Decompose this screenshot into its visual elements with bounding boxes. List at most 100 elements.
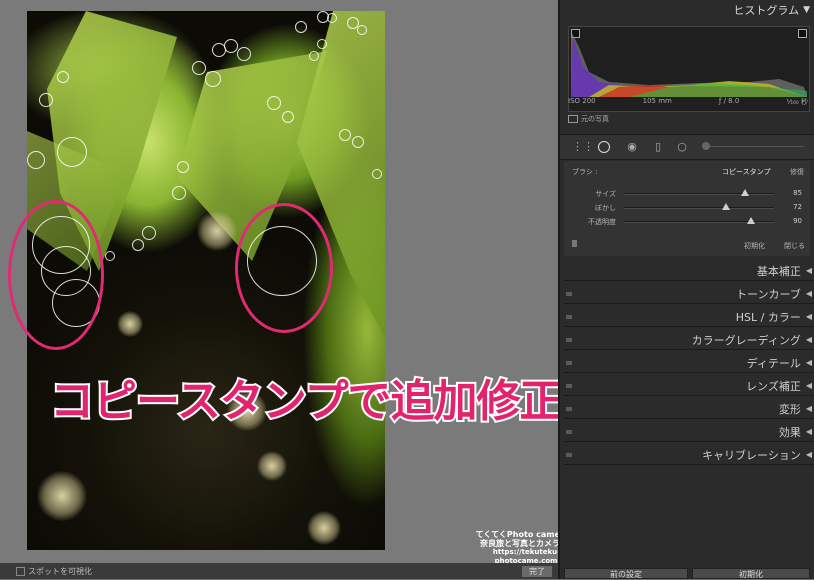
section-label: キャリブレーション (702, 448, 801, 462)
section-calibration[interactable]: キャリブレーション ◀ (564, 445, 814, 465)
spot-marker[interactable] (295, 21, 307, 33)
clone-mode-button[interactable]: コピースタンプ (722, 167, 770, 177)
section-label: レンズ補正 (746, 379, 801, 393)
bokeh-light (117, 311, 143, 337)
slider-knob[interactable] (722, 203, 730, 210)
opacity-slider[interactable]: 不透明度 90 (564, 216, 810, 228)
panel-switch-icon[interactable] (566, 292, 572, 296)
section-hsl[interactable]: HSL / カラー ◀ (564, 307, 814, 327)
feather-slider[interactable]: ぼかし 72 (564, 202, 810, 214)
crop-grid-icon[interactable]: ⋮⋮ (572, 141, 594, 153)
highlight-ring (235, 203, 333, 333)
size-value[interactable]: 85 (793, 189, 802, 197)
section-detail[interactable]: ディテール ◀ (564, 353, 814, 373)
collapse-triangle-icon: ◀ (805, 335, 812, 344)
collapse-triangle-icon: ◀ (805, 450, 812, 459)
spot-marker[interactable] (57, 71, 69, 83)
spot-marker[interactable] (282, 111, 294, 123)
slider-track[interactable] (624, 193, 774, 195)
section-label: ディテール (746, 356, 801, 370)
focal-length: 105 mm (642, 97, 672, 105)
collapse-triangle-icon[interactable]: ▼ (803, 5, 810, 15)
spot-marker[interactable] (339, 129, 351, 141)
collapse-triangle-icon: ◀ (805, 381, 812, 390)
panel-switch-icon[interactable] (566, 338, 572, 342)
histogram-header[interactable]: ヒストグラム ▼ (560, 0, 814, 20)
section-effects[interactable]: 効果 ◀ (564, 422, 814, 442)
adjustment-brush-slider[interactable] (704, 146, 804, 147)
heal-mode-button[interactable]: 修復 (790, 167, 804, 177)
panel-switch-icon[interactable] (566, 361, 572, 365)
brush-label: ブラシ : (572, 168, 598, 176)
previous-settings-button[interactable]: 前の設定 (564, 568, 688, 579)
histogram-title: ヒストグラム (733, 4, 800, 17)
highlight-ring (8, 200, 104, 350)
checkbox[interactable] (16, 567, 25, 576)
image-canvas[interactable]: コピースタンプで追加修正 (0, 0, 565, 579)
spot-marker[interactable] (357, 25, 367, 35)
spot-removal-icon[interactable] (598, 141, 610, 153)
section-lens-corrections[interactable]: レンズ補正 ◀ (564, 376, 814, 396)
original-photo-toggle[interactable]: 元の写真 (568, 114, 609, 124)
spot-marker[interactable] (57, 137, 87, 167)
red-eye-icon[interactable]: ◉ (626, 141, 638, 153)
spot-marker[interactable] (327, 13, 337, 23)
spot-marker[interactable] (309, 51, 319, 61)
brush-knob-icon[interactable] (702, 142, 710, 150)
section-basic[interactable]: 基本補正 ◀ (564, 261, 814, 281)
spot-marker[interactable] (142, 226, 156, 240)
spot-marker[interactable] (132, 239, 144, 251)
panel-switch-icon[interactable] (566, 430, 572, 434)
camera-info: ISO 200 105 mm ƒ / 8.0 ⅟₁₆₀ 秒 (568, 97, 808, 107)
slider-knob[interactable] (747, 217, 755, 224)
reset-all-button[interactable]: 初期化 (692, 568, 810, 579)
overlay-caption: コピースタンプで追加修正 (48, 374, 565, 429)
opacity-value[interactable]: 90 (793, 217, 802, 225)
spot-marker[interactable] (39, 93, 53, 107)
panel-switch-icon[interactable] (566, 453, 572, 457)
bokeh-light (37, 471, 87, 521)
collapse-triangle-icon: ◀ (805, 427, 812, 436)
slider-track[interactable] (624, 207, 774, 209)
collapse-triangle-icon: ◀ (805, 358, 812, 367)
shutter-speed: ⅟₁₆₀ 秒 (786, 98, 808, 106)
section-color-grading[interactable]: カラーグレーディング ◀ (564, 330, 814, 350)
feather-value[interactable]: 72 (793, 203, 802, 211)
spot-marker[interactable] (177, 161, 189, 173)
bokeh-light (197, 211, 237, 251)
spot-marker[interactable] (352, 136, 364, 148)
spot-marker[interactable] (205, 71, 221, 87)
toolbar: スポットを可視化 完了 (0, 563, 558, 579)
spot-marker[interactable] (267, 96, 281, 110)
radial-filter-icon[interactable]: ○ (676, 141, 688, 153)
spot-marker[interactable] (224, 39, 238, 53)
spot-marker[interactable] (372, 169, 382, 179)
panel-switch-icon[interactable] (566, 407, 572, 411)
collapse-triangle-icon: ◀ (805, 404, 812, 413)
spot-marker[interactable] (172, 186, 186, 200)
tool-strip: ⋮⋮ ◉ ▯ ○ (560, 134, 814, 160)
reset-button[interactable]: 初期化 (744, 241, 765, 251)
panel-switch-icon[interactable] (572, 240, 577, 247)
spot-marker[interactable] (317, 39, 327, 49)
section-transform[interactable]: 変形 ◀ (564, 399, 814, 419)
histogram-curve (571, 31, 807, 97)
done-button[interactable]: 完了 (522, 566, 552, 577)
close-button[interactable]: 閉じる (784, 241, 805, 251)
size-slider[interactable]: サイズ 85 (564, 188, 810, 200)
spot-marker[interactable] (27, 151, 45, 169)
spot-marker[interactable] (237, 47, 251, 61)
graduated-filter-icon[interactable]: ▯ (652, 141, 664, 153)
panel-switch-icon[interactable] (566, 384, 572, 388)
panel-switch-icon[interactable] (566, 315, 572, 319)
collapse-triangle-icon: ◀ (805, 312, 812, 321)
bokeh-light (257, 451, 287, 481)
spot-marker[interactable] (105, 251, 115, 261)
iso-value: ISO 200 (568, 97, 596, 105)
section-tone-curve[interactable]: トーンカーブ ◀ (564, 284, 814, 304)
section-label: 基本補正 (756, 264, 801, 278)
slider-knob[interactable] (741, 189, 749, 196)
photo-icon (568, 115, 578, 123)
spot-marker[interactable] (192, 61, 206, 75)
section-label: 効果 (778, 425, 801, 439)
